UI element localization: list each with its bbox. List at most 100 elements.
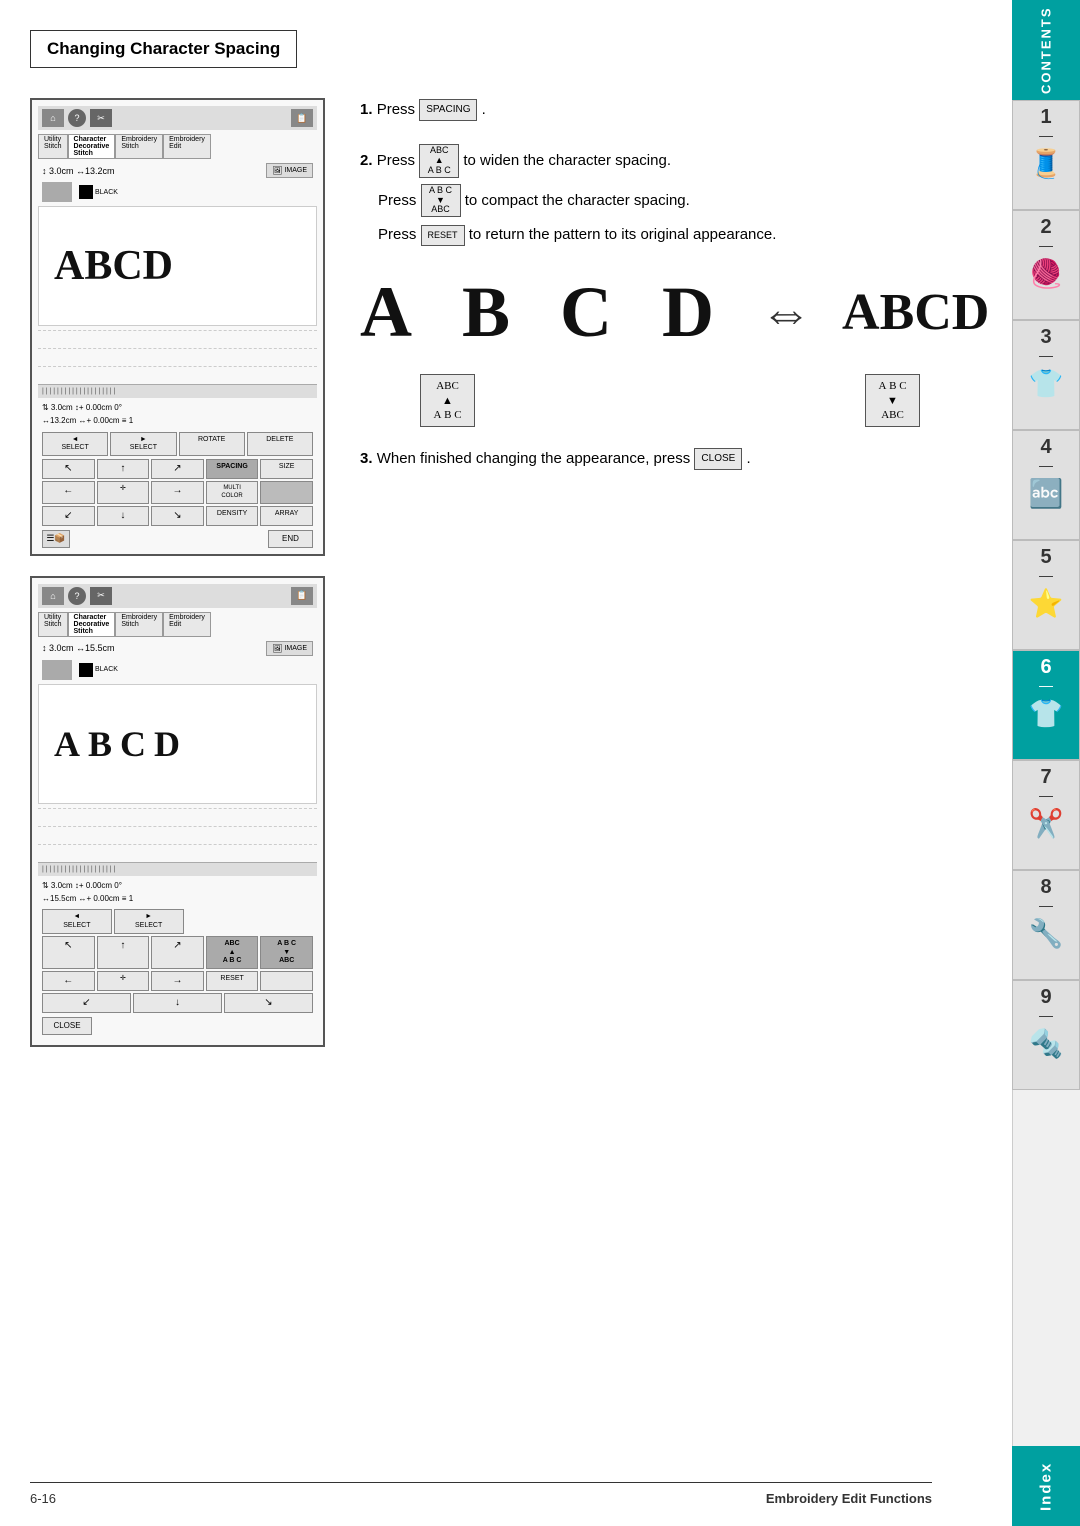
ms1-tab-edit[interactable]: EmbroideryEdit bbox=[163, 134, 211, 159]
step3-close-btn[interactable]: CLOSE bbox=[694, 448, 742, 470]
ms2-line2 bbox=[38, 826, 317, 844]
ms2-tab-character[interactable]: CharacterDecorativeStitch bbox=[68, 612, 116, 637]
tab-3[interactable]: 3 — 👕 bbox=[1012, 320, 1080, 430]
ms1-btn-up[interactable]: ↑ bbox=[97, 459, 150, 479]
tab-2[interactable]: 2 — 🧶 bbox=[1012, 210, 1080, 320]
contents-label: CONTENTS bbox=[1039, 6, 1054, 94]
ms2-btn-reset[interactable]: RESET bbox=[206, 971, 259, 991]
index-label: Index bbox=[1038, 1461, 1055, 1510]
ms2-icon-help: ? bbox=[68, 587, 86, 605]
tab-5-number: 5 bbox=[1040, 547, 1051, 567]
ms2-btn-up-left[interactable]: ↖ bbox=[42, 936, 95, 969]
ms1-btn-row2: ↖ ↑ ↗ SPACING SIZE bbox=[38, 459, 317, 479]
ms2-line3 bbox=[38, 844, 317, 862]
ms1-btn-delete[interactable]: DELETE bbox=[247, 432, 313, 457]
step2-post3: to return the pattern to its original ap… bbox=[469, 226, 777, 243]
ms1-tab-utility[interactable]: UtilityStitch bbox=[38, 134, 68, 159]
ms2-btn-up[interactable]: ↑ bbox=[97, 936, 150, 969]
ms2-image-btn[interactable]: 🖼 IMAGE bbox=[266, 641, 313, 656]
ms1-param1: ⇅ 3.0cm ↕+ 0.00cm 0° bbox=[42, 402, 313, 415]
contents-tab[interactable]: CONTENTS bbox=[1012, 0, 1080, 100]
ms1-tab-character[interactable]: CharacterDecorativeStitch bbox=[68, 134, 116, 159]
step2-abc-compact-btn[interactable]: A B C▼ABC bbox=[421, 184, 461, 218]
ms1-btn-right[interactable]: → bbox=[151, 481, 204, 503]
ms1-bottom-left: ☰📦 bbox=[42, 530, 70, 548]
ms1-bottom-row: ☰📦 END bbox=[38, 530, 317, 548]
step1-spacing-btn[interactable]: SPACING bbox=[419, 99, 477, 121]
diagram-arrow: ⇔ bbox=[760, 283, 812, 343]
ms2-btn-close[interactable]: CLOSE bbox=[42, 1017, 92, 1035]
ms1-btn-up-right[interactable]: ↗ bbox=[151, 459, 204, 479]
ms1-color-indicator bbox=[79, 185, 93, 199]
ms1-btn-down-right[interactable]: ↘ bbox=[151, 506, 204, 526]
ms1-btn-density[interactable]: DENSITY bbox=[206, 506, 259, 526]
ms2-tab-embroidery[interactable]: EmbroideryStitch bbox=[115, 612, 163, 637]
ms1-info-row: ↕ 3.0cm ↔13.2cm 🖼 IMAGE bbox=[38, 163, 317, 178]
ms1-btn-spacing[interactable]: SPACING bbox=[206, 459, 259, 479]
footer-title: Embroidery Edit Functions bbox=[766, 1491, 932, 1506]
tab-1[interactable]: 1 — 🧵 bbox=[1012, 100, 1080, 210]
tab-1-icon: 🧵 bbox=[1029, 147, 1064, 180]
ms1-btn-rotate[interactable]: ROTATE bbox=[179, 432, 245, 457]
ms2-btn-select-next[interactable]: ►SELECT bbox=[114, 909, 184, 934]
ms2-param1: ⇅ 3.0cm ↕+ 0.00cm 0° bbox=[42, 880, 313, 893]
ms2-btn-up-right[interactable]: ↗ bbox=[151, 936, 204, 969]
ms2-btn-down-right[interactable]: ↘ bbox=[224, 993, 313, 1013]
machine-screen-1: ⌂ ? ✂ 📋 UtilityStitch CharacterDecorativ… bbox=[30, 98, 325, 556]
ms2-btn-select-prev[interactable]: ◄SELECT bbox=[42, 909, 112, 934]
tab-9[interactable]: 9 — 🔩 bbox=[1012, 980, 1080, 1090]
ms2-menu-tabs: UtilityStitch CharacterDecorativeStitch … bbox=[38, 612, 317, 637]
ms1-btn-end[interactable]: END bbox=[268, 530, 313, 548]
ms2-param2: ↔15.5cm ↔+ 0.00cm ≡ 1 bbox=[42, 893, 313, 906]
tab-7[interactable]: 7 — ✂️ bbox=[1012, 760, 1080, 870]
ms2-btn-center[interactable]: ✛ bbox=[97, 971, 150, 991]
tab-6[interactable]: 6 — 👕 bbox=[1012, 650, 1080, 760]
ms1-btn-select-prev[interactable]: ◄SELECT bbox=[42, 432, 108, 457]
tab-8[interactable]: 8 — 🔧 bbox=[1012, 870, 1080, 980]
ms1-btn-select-next[interactable]: ►SELECT bbox=[110, 432, 176, 457]
ms1-stitch-icon: ☰📦 bbox=[42, 530, 70, 548]
ms1-line2 bbox=[38, 348, 317, 366]
tab-2-dash: — bbox=[1039, 237, 1053, 253]
tab-4[interactable]: 4 — 🔤 bbox=[1012, 430, 1080, 540]
ms1-btn-multicolor[interactable]: MULTICOLOR bbox=[206, 481, 259, 503]
ms1-dimensions: ↕ 3.0cm ↔13.2cm bbox=[42, 166, 115, 176]
ms2-btn-empty bbox=[260, 971, 313, 991]
ms2-btn-abc-widen[interactable]: ABC▲A B C bbox=[206, 936, 259, 969]
ms1-image-btn[interactable]: 🖼 IMAGE bbox=[266, 163, 313, 178]
ms1-btn-left[interactable]: ← bbox=[42, 481, 95, 503]
step2-reset-btn[interactable]: RESET bbox=[421, 225, 465, 245]
step2-abc-widen-btn[interactable]: ABC▲A B C bbox=[419, 144, 459, 178]
tab-5[interactable]: 5 — ⭐ bbox=[1012, 540, 1080, 650]
step-3: 3. When finished changing the appearance… bbox=[360, 447, 989, 471]
ms2-btn-right[interactable]: → bbox=[151, 971, 204, 991]
ms2-btn-left[interactable]: ← bbox=[42, 971, 95, 991]
ms1-tab-embroidery[interactable]: EmbroideryStitch bbox=[115, 134, 163, 159]
tab-1-dash: — bbox=[1039, 127, 1053, 143]
ms2-btn-down-left[interactable]: ↙ bbox=[42, 993, 131, 1013]
main-content: Changing Character Spacing ⌂ ? ✂ 📋 Utili… bbox=[0, 0, 1012, 1526]
ms2-btn-down[interactable]: ↓ bbox=[133, 993, 222, 1013]
ms1-icon-help: ? bbox=[68, 109, 86, 127]
ms2-btn-abc-compact[interactable]: A B C▼ABC bbox=[260, 936, 313, 969]
tab-6-number: 6 bbox=[1040, 657, 1051, 677]
tab-4-dash: — bbox=[1039, 457, 1053, 473]
ms1-btn-array[interactable]: ARRAY bbox=[260, 506, 313, 526]
ms1-icon-stitch: ✂ bbox=[90, 109, 112, 127]
diagram-text-wide: A B C D bbox=[360, 271, 730, 354]
ms2-btn-row3: ← ✛ → RESET bbox=[38, 971, 317, 991]
ms1-btn-size[interactable]: SIZE bbox=[260, 459, 313, 479]
tab-8-number: 8 bbox=[1040, 877, 1051, 897]
ms1-line1 bbox=[38, 330, 317, 348]
index-tab[interactable]: Index bbox=[1012, 1446, 1080, 1526]
ms2-tab-edit[interactable]: EmbroideryEdit bbox=[163, 612, 211, 637]
step2-line1: 2. Press ABC▲A B C to widen the characte… bbox=[360, 144, 989, 178]
ms1-btn-up-left[interactable]: ↖ bbox=[42, 459, 95, 479]
ms1-btn-center[interactable]: ✛ bbox=[97, 481, 150, 503]
ms2-tab-utility[interactable]: UtilityStitch bbox=[38, 612, 68, 637]
ms2-select-row: ◄SELECT ►SELECT bbox=[38, 909, 317, 934]
step2-num: 2. bbox=[360, 152, 373, 169]
ms1-btn-down-left[interactable]: ↙ bbox=[42, 506, 95, 526]
spacing-diagram: A B C D ⇔ ABCD bbox=[360, 271, 989, 354]
ms1-btn-down[interactable]: ↓ bbox=[97, 506, 150, 526]
